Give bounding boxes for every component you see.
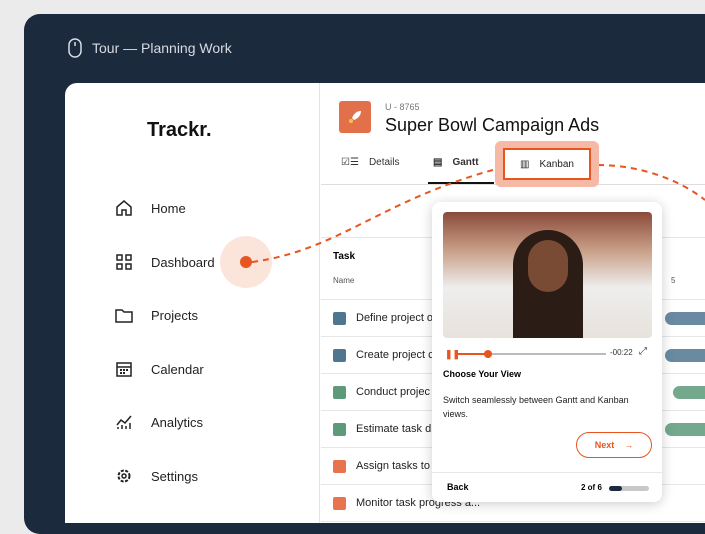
step-counter: 2 of 6 <box>581 483 602 492</box>
tour-popover: ❚❚ -00:22 ⤢ Choose Your View Switch seam… <box>432 202 662 502</box>
popover-body: Switch seamlessly between Gantt and Kanb… <box>443 395 629 419</box>
tour-start-dot <box>240 256 252 268</box>
tab-kanban[interactable]: ▥ Kanban <box>503 148 591 180</box>
video-seek-bar[interactable] <box>458 350 606 358</box>
arrow-right-icon: → <box>624 440 634 450</box>
step-progress <box>609 486 649 491</box>
next-label: Next <box>594 440 615 450</box>
back-button[interactable]: Back <box>447 482 469 492</box>
popover-divider <box>432 472 662 473</box>
video-face <box>528 240 568 292</box>
next-button[interactable]: Next → <box>576 432 652 458</box>
kanban-icon: ▥ <box>520 158 530 170</box>
tab-label: Kanban <box>539 158 574 170</box>
video-time: -00:22 <box>610 348 633 357</box>
popover-heading: Choose Your View <box>443 369 522 379</box>
fullscreen-icon[interactable]: ⤢ <box>639 346 647 357</box>
video-player[interactable] <box>443 212 652 338</box>
